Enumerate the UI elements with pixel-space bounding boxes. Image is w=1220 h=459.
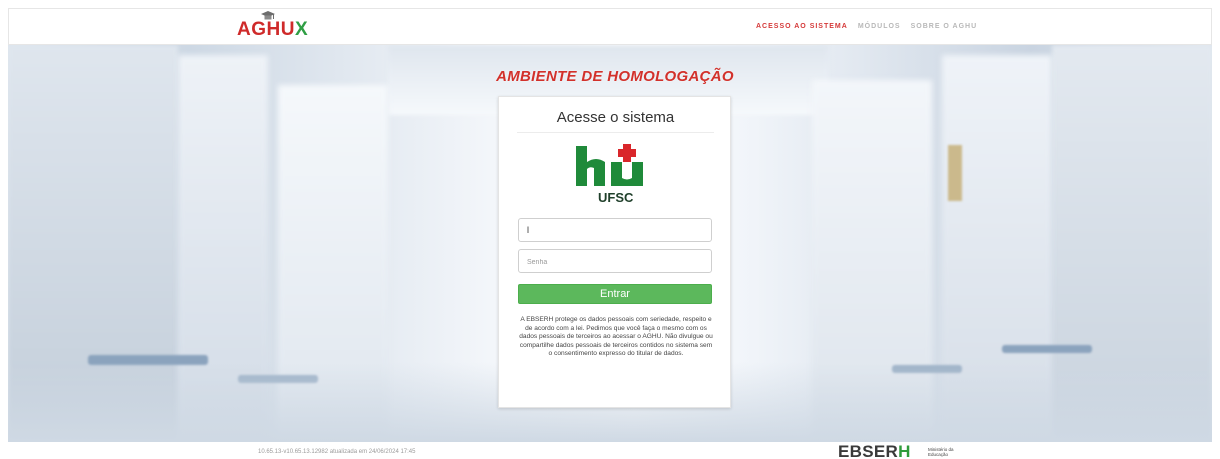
ebserh-logo: EBSERH — [838, 443, 911, 459]
graduation-cap-icon — [261, 11, 275, 20]
aghux-logo[interactable]: AGHU X — [237, 11, 308, 40]
corridor-sign — [948, 145, 962, 201]
nav-modulos[interactable]: MÓDULOS — [858, 23, 901, 30]
login-card: Acesse o sistema UFSC Entrar A EBSERH pr… — [498, 96, 731, 408]
nav-acesso-ao-sistema[interactable]: ACESSO AO SISTEMA — [756, 23, 848, 30]
nav-sobre-o-aghu[interactable]: SOBRE O AGHU — [911, 23, 978, 30]
hu-ufsc-logo: UFSC — [576, 144, 643, 205]
login-title: Acesse o sistema — [517, 109, 714, 133]
login-page: AGHU X ACESSO AO SISTEMA MÓDULOS SOBRE O… — [0, 0, 1220, 459]
footer: 10.65.13-v10.65.13.12982 atualizada em 2… — [0, 442, 1220, 459]
environment-banner: AMBIENTE DE HOMOLOGAÇÃO — [496, 68, 734, 85]
top-header: AGHU X ACESSO AO SISTEMA MÓDULOS SOBRE O… — [8, 8, 1212, 45]
main-nav: ACESSO AO SISTEMA MÓDULOS SOBRE O AGHU — [756, 23, 977, 30]
password-field[interactable] — [518, 249, 712, 273]
version-info: 10.65.13-v10.65.13.12982 atualizada em 2… — [258, 449, 416, 455]
hu-logo-subtext: UFSC — [598, 190, 634, 205]
handrail-right — [1002, 345, 1092, 353]
ministerio-educacao-logo: Ministério da Educação — [928, 447, 954, 457]
ebserh-logo-h: H — [898, 442, 911, 459]
enter-button[interactable]: Entrar — [518, 284, 712, 304]
hospital-cross-icon — [618, 144, 636, 162]
username-field[interactable] — [518, 218, 712, 242]
ebserh-logo-prefix: EBSER — [838, 442, 899, 459]
privacy-notice: A EBSERH protege os dados pessoais com s… — [519, 316, 713, 358]
logo-x-letter: X — [294, 19, 308, 40]
